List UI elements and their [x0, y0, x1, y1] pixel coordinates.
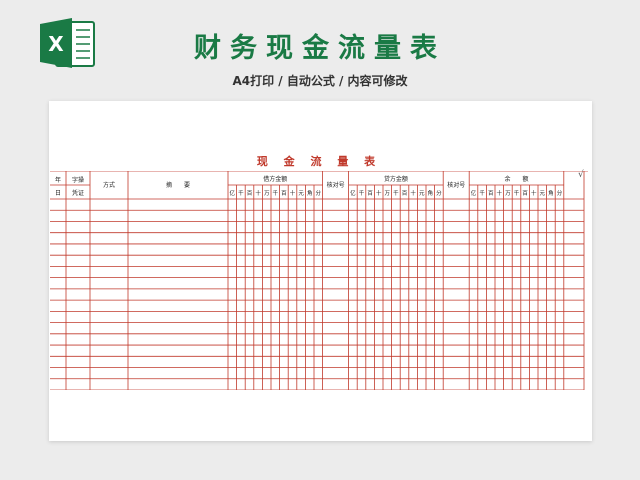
- digit-header-label: 角: [307, 189, 313, 197]
- digit-header-label: 百: [247, 190, 253, 197]
- ledger-title: 现 金 流 量 表: [256, 155, 382, 168]
- excel-logo-letter: X: [48, 32, 64, 56]
- digit-header-label: 千: [273, 189, 279, 197]
- digit-header-label: 十: [255, 189, 261, 197]
- col-method-label: 方式: [103, 181, 115, 189]
- check-no-label: 核对号: [327, 181, 345, 189]
- digit-header-label: 十: [410, 189, 416, 197]
- digit-header-label: 万: [264, 190, 270, 197]
- page-subtitle: A4打印 / 自动公式 / 内容可修改: [232, 74, 408, 88]
- col-summary-label: 摘 要: [166, 181, 190, 189]
- digit-header-label: 角: [428, 189, 434, 197]
- digit-header-label: 元: [298, 190, 304, 197]
- credit-header-label: 贷方金额: [384, 175, 408, 183]
- page-title: 财务现金流量表: [194, 33, 446, 64]
- col-day-label: 日: [55, 190, 61, 197]
- digit-header-label: 分: [316, 189, 322, 197]
- digit-header-label: 亿: [350, 189, 356, 197]
- digit-header-label: 百: [281, 190, 287, 197]
- col-year-label: 年: [55, 176, 61, 184]
- digit-header-label: 分: [436, 189, 442, 197]
- digit-header-label: 万: [385, 190, 391, 197]
- check-no-label: 核对号: [447, 181, 465, 189]
- balance-header-label: 余 额: [504, 175, 528, 183]
- digit-header-label: 十: [497, 189, 503, 197]
- digit-header-label: 百: [488, 190, 494, 197]
- paper-preview: 现 金 流 量 表 √ 年日字操 凭证 方式摘 要借方金额 核对号 贷方金额 核对号余 额…: [49, 101, 592, 441]
- digit-header-label: 千: [514, 189, 520, 197]
- col-voucher-label: 凭证: [72, 189, 84, 197]
- digit-header-label: 元: [540, 190, 546, 197]
- ledger-sheet: 现 金 流 量 表 √ 年日字操 凭证 方式摘 要借方金额 核对号 贷方金额 核对号余 额…: [50, 153, 588, 390]
- digit-header-label: 元: [419, 190, 425, 197]
- digit-header-label: 百: [522, 190, 528, 197]
- digit-header-label: 十: [531, 189, 537, 197]
- digit-header-label: 百: [367, 190, 373, 197]
- digit-header-label: 千: [479, 189, 485, 197]
- ledger-grid: 年日字操凭证方式摘 要借方金额核对号贷方金额核对号余 额亿千百十万千百十元角分亿…: [50, 171, 588, 390]
- digit-header-label: 分: [557, 189, 563, 197]
- digit-header-label: 角: [548, 189, 554, 197]
- digit-header-label: 十: [290, 189, 296, 197]
- digit-header-label: 百: [402, 190, 408, 197]
- digit-header-label: 万: [505, 190, 511, 197]
- digit-header-label: 亿: [230, 189, 236, 197]
- header: X 财务现金流量表 A4打印 / 自动公式 / 内容可修改: [0, 0, 640, 100]
- debit-header-label: 借方金额: [263, 175, 287, 183]
- digit-header-label: 十: [376, 189, 382, 197]
- digit-header-label: 千: [393, 189, 399, 197]
- digit-header-label: 千: [238, 189, 244, 197]
- digit-header-label: 亿: [471, 189, 477, 197]
- digit-header-label: 千: [359, 189, 365, 197]
- col-voucher-no-label: 字操: [72, 176, 84, 184]
- excel-logo-icon: X: [40, 18, 95, 68]
